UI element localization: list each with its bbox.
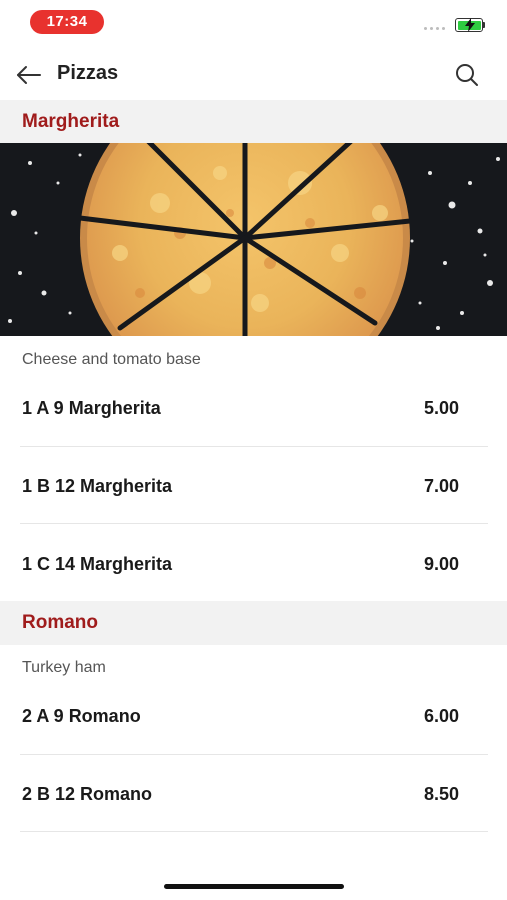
signal-dots-icon (424, 27, 445, 30)
menu-item-row[interactable]: 1 B 12 Margherita 7.00 (0, 476, 507, 554)
section-title: Romano (22, 612, 98, 633)
item-name: 1 B 12 Margherita (22, 476, 173, 496)
margherita-pizza-illustration (0, 143, 507, 336)
row-divider (20, 831, 488, 832)
section-description: Turkey ham (22, 659, 106, 676)
menu-item-row[interactable]: 2 B 12 Romano 8.50 (0, 784, 507, 862)
section-title: Margherita (22, 111, 120, 132)
charging-bolt-icon (465, 18, 475, 32)
section-header-margherita: Margherita (0, 100, 507, 144)
item-price: 8.50 (423, 784, 459, 804)
item-name: 1 C 14 Margherita (22, 554, 173, 574)
search-button[interactable] (452, 60, 482, 90)
item-price: 6.00 (423, 706, 459, 726)
section-header-romano: Romano (0, 601, 507, 645)
row-divider (20, 446, 488, 447)
row-divider (20, 523, 488, 524)
arrow-left-icon (17, 66, 41, 84)
row-divider (20, 754, 488, 755)
item-name: 1 A 9 Margherita (22, 398, 161, 418)
menu-item-row[interactable]: 1 A 9 Margherita 5.00 (0, 398, 507, 476)
home-indicator[interactable] (164, 884, 344, 889)
section-description: Cheese and tomato base (22, 351, 201, 368)
page-title: Pizzas (57, 62, 119, 84)
item-price: 7.00 (423, 476, 459, 496)
battery-tip (483, 22, 485, 28)
item-name: 2 B 12 Romano (22, 784, 153, 804)
back-button[interactable] (14, 60, 44, 90)
search-icon (456, 64, 478, 86)
menu-item-row[interactable]: 2 A 9 Romano 6.00 (0, 706, 507, 784)
item-price: 9.00 (423, 554, 459, 574)
nav-header: Pizzas (0, 50, 507, 100)
pizza-image (0, 143, 507, 336)
item-name: 2 A 9 Romano (22, 706, 141, 726)
status-bar: 17:34 (0, 0, 507, 44)
status-time: 17:34 (30, 10, 104, 34)
item-price: 5.00 (423, 398, 459, 418)
